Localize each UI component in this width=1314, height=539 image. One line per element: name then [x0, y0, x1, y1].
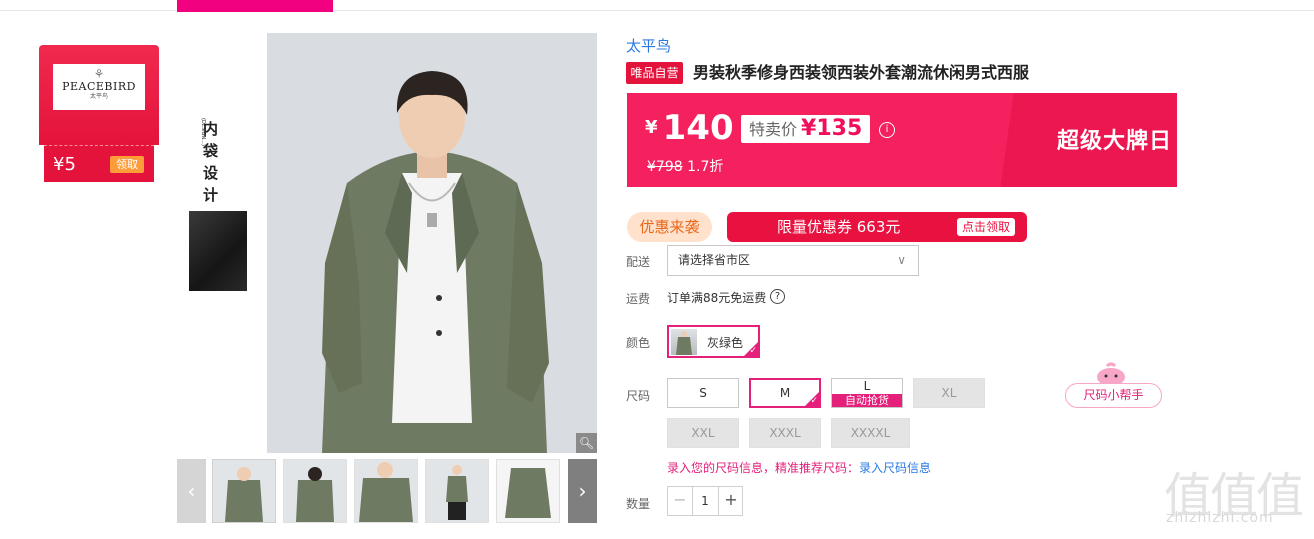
- discount-label: 1.7折: [687, 159, 724, 175]
- side-detail-char: 内: [203, 120, 219, 138]
- region-select-value: 请选择省市区: [678, 253, 751, 267]
- active-tab-indicator: [177, 0, 333, 12]
- size-option-label: XL: [941, 386, 957, 400]
- size-option-l[interactable]: L 自动抢货: [831, 378, 903, 408]
- brand-link[interactable]: 太平鸟: [626, 35, 671, 56]
- side-detail-char: 计: [203, 186, 219, 204]
- product-title: 男装秋季修身西装领西装外套潮流休闲男式西服: [693, 63, 1030, 82]
- fabric-detail-image: [189, 211, 247, 291]
- size-option-xxxl: XXXL: [749, 418, 821, 448]
- size-hint-text: 录入您的尺码信息，精准推荐尺码：: [667, 461, 860, 475]
- sale-price-value: ¥135: [801, 116, 863, 141]
- quantity-minus-button[interactable]: −: [668, 487, 693, 515]
- size-helper-button[interactable]: 尺码小帮手: [1065, 383, 1162, 408]
- price-value: 140: [662, 108, 734, 148]
- sale-price-label: 特卖价: [749, 120, 798, 139]
- size-option-xxl: XXL: [667, 418, 739, 448]
- watermark-domain: zhizhizhi.com: [1166, 510, 1274, 526]
- brand-coupon-card[interactable]: ⚘ PEACEBIRD 太平鸟 ¥5 领取: [39, 45, 159, 182]
- size-option-label: XXXXL: [850, 426, 891, 440]
- currency-symbol: ¥: [645, 117, 658, 138]
- coupon-banner[interactable]: 限量优惠券 663元 点击领取: [727, 212, 1027, 242]
- event-title: 超级大牌日: [1057, 129, 1173, 154]
- site-watermark: 值值值 zhizhizhi.com: [1164, 458, 1309, 536]
- region-select[interactable]: 请选择省市区 ∨: [667, 245, 919, 276]
- thumbnail-image: [284, 460, 346, 522]
- thumbnail-image: [497, 460, 559, 522]
- model-illustration: [267, 33, 597, 453]
- zoom-icon[interactable]: 🔍︎: [576, 433, 597, 453]
- sale-price-tag: 特卖价 ¥135: [741, 115, 871, 143]
- size-helper-mascot-icon: [1093, 362, 1129, 386]
- size-label: 尺码: [626, 389, 651, 403]
- original-price: ¥798 1.7折: [647, 156, 723, 176]
- promo-tag: 优惠来袭: [627, 212, 712, 242]
- coupon-claim-banner-button[interactable]: 点击领取: [957, 218, 1015, 236]
- side-detail-char: 设: [203, 164, 219, 182]
- coupon-amount: ¥5: [53, 154, 76, 175]
- thumbnail-image: [213, 460, 275, 522]
- coupon-banner-text: 限量优惠券 663元: [777, 218, 901, 236]
- original-price-value: ¥798: [647, 159, 683, 175]
- thumbnail-4[interactable]: [425, 459, 489, 523]
- color-option-label: 灰绿色: [707, 336, 744, 350]
- size-option-label: L: [863, 379, 871, 393]
- size-option-label: S: [699, 386, 707, 400]
- check-icon: ✓: [810, 396, 818, 406]
- auto-restock-badge: 自动抢货: [832, 394, 902, 407]
- size-option-xl: XL: [913, 378, 985, 408]
- size-hint: 录入您的尺码信息，精准推荐尺码：录入尺码信息: [667, 459, 931, 476]
- coupon-header: ⚘ PEACEBIRD 太平鸟: [39, 45, 159, 145]
- color-swatch-image: [671, 329, 697, 355]
- shipping-label: 运费: [626, 292, 651, 306]
- main-product-image[interactable]: [267, 33, 597, 453]
- size-option-label: XXL: [691, 426, 715, 440]
- size-option-label: M: [779, 386, 791, 400]
- side-detail-char: 袋: [203, 142, 219, 160]
- size-option-label: XXXL: [769, 426, 801, 440]
- help-icon[interactable]: ?: [770, 289, 785, 304]
- peacebird-logo-icon: ⚘: [93, 67, 105, 81]
- brand-logo: ⚘ PEACEBIRD 太平鸟: [53, 64, 145, 110]
- quantity-label: 数量: [626, 497, 651, 511]
- thumbnail-image: [355, 460, 417, 522]
- size-hint-link[interactable]: 录入尺码信息: [859, 461, 931, 475]
- thumbnail-5[interactable]: [496, 459, 560, 523]
- thumbnail-next-button[interactable]: ›: [568, 459, 597, 523]
- shipping-text: 订单满88元免运费: [667, 291, 767, 305]
- thumbnail-1[interactable]: [212, 459, 276, 523]
- quantity-input[interactable]: 1: [692, 487, 718, 515]
- thumbnail-3[interactable]: [354, 459, 418, 523]
- size-option-m[interactable]: M ✓: [749, 378, 821, 408]
- price-panel: ¥ 140 特卖价 ¥135 i ¥798 1.7折 超级大牌日: [627, 93, 1177, 187]
- thumbnail-2[interactable]: [283, 459, 347, 523]
- color-option-selected[interactable]: 灰绿色 ✓: [667, 325, 760, 358]
- check-icon: ✓: [749, 346, 757, 356]
- delivery-label: 配送: [626, 255, 651, 269]
- side-detail-text: 内 袋 设 计: [203, 118, 233, 206]
- brand-logo-text: PEACEBIRD: [62, 80, 136, 93]
- color-label: 颜色: [626, 336, 651, 350]
- quantity-plus-button[interactable]: +: [718, 487, 743, 515]
- coupon-claim-button[interactable]: 领取: [110, 156, 144, 173]
- self-operated-badge: 唯品自营: [626, 62, 683, 84]
- size-option-xxxxl: XXXXL: [831, 418, 910, 448]
- size-option-s[interactable]: S: [667, 378, 739, 408]
- quantity-stepper: − 1 +: [667, 486, 743, 516]
- thumbnail-image: [426, 460, 488, 522]
- coupon-footer: ¥5 领取: [44, 145, 154, 182]
- chevron-down-icon: ∨: [897, 253, 906, 267]
- thumbnail-prev-button[interactable]: ‹: [177, 459, 206, 523]
- current-price: ¥ 140: [645, 108, 734, 148]
- info-icon[interactable]: i: [879, 122, 895, 138]
- brand-logo-cn: 太平鸟: [89, 93, 108, 100]
